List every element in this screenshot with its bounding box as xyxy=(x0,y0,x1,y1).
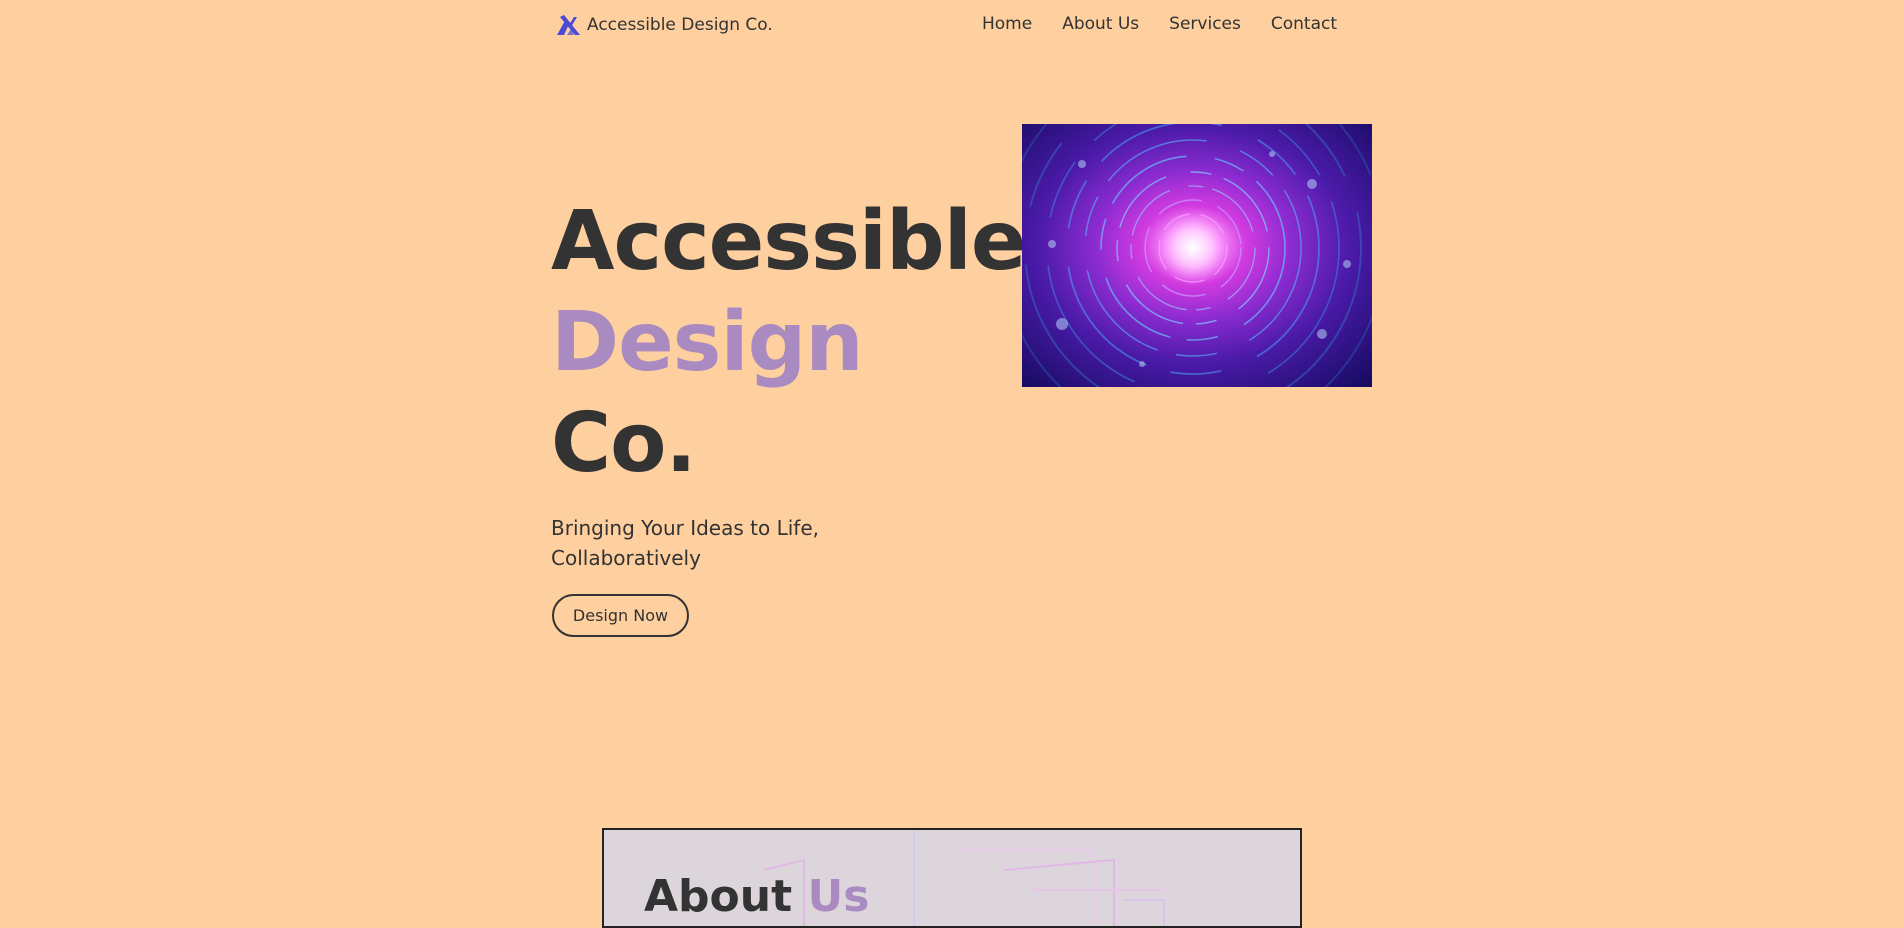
nav-link-services[interactable]: Services xyxy=(1169,14,1241,34)
swirl-tunnel-image xyxy=(1022,124,1372,387)
nav-link-contact[interactable]: Contact xyxy=(1271,14,1337,34)
brand-logo-icon xyxy=(557,15,580,35)
design-now-button[interactable]: Design Now xyxy=(552,594,689,637)
about-title-part-2: Us xyxy=(807,871,870,922)
nav-link-about-us[interactable]: About Us xyxy=(1062,14,1139,34)
hero-title-line-1: Accessible xyxy=(551,194,1026,289)
hero-title-line-2: Design xyxy=(551,295,864,390)
hero-title: Accessible Design Co. xyxy=(551,191,1026,494)
about-section: About Us xyxy=(602,828,1302,928)
brand-link[interactable]: Accessible Design Co. xyxy=(555,13,773,37)
site-header: Accessible Design Co. Home About Us Serv… xyxy=(551,0,1371,52)
about-title: About Us xyxy=(644,872,869,922)
hero-title-line-3: Co. xyxy=(551,396,697,491)
nav-link-home[interactable]: Home xyxy=(982,14,1032,34)
brand-name: Accessible Design Co. xyxy=(587,15,773,35)
hero-subtitle: Bringing Your Ideas to Life, Collaborati… xyxy=(551,516,819,570)
about-title-part-1: About xyxy=(644,871,793,922)
main-nav: Home About Us Services Contact xyxy=(982,14,1337,34)
hero-image xyxy=(1022,124,1372,387)
